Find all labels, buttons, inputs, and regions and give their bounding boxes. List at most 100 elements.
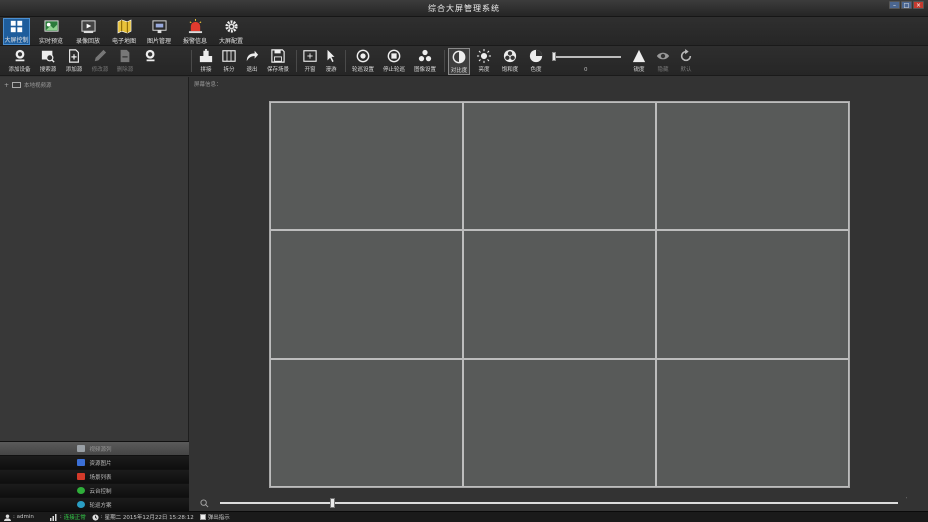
video-wall-grid <box>269 101 850 488</box>
accordion-label: 轮巡方案 <box>89 502 112 509</box>
image-settings-button[interactable]: 图像设置 <box>411 48 439 75</box>
add-source-button[interactable]: 添加源 <box>62 48 86 75</box>
image-settings-icon <box>418 49 432 62</box>
live-preview-icon <box>43 20 59 32</box>
tree-root-label: 本地视频源 <box>24 83 52 89</box>
toolbar-label: 拆分 <box>223 67 235 73</box>
screen-cell[interactable] <box>656 102 849 231</box>
split-button[interactable]: 拆分 <box>218 48 240 75</box>
edit-source-icon <box>94 49 107 62</box>
default-button[interactable]: 默认 <box>676 48 696 75</box>
sharpness-button[interactable]: 锐度 <box>629 48 649 75</box>
toolbar-label: 默认 <box>680 67 692 73</box>
delete-source-button[interactable]: 删除源 <box>113 48 137 75</box>
screen-cell[interactable] <box>270 358 463 487</box>
status-user: : admin <box>4 513 34 521</box>
screen-info-label: 屏幕信息： <box>194 82 222 88</box>
roam-button[interactable]: 漫游 <box>321 48 341 75</box>
accordion-label: 云台控制 <box>89 488 112 495</box>
hide-button[interactable]: 隐藏 <box>653 48 673 75</box>
window-title: 综合大屏管理系统 <box>428 4 500 13</box>
image-adjust-slider-track[interactable] <box>552 56 621 58</box>
user-icon <box>4 513 11 521</box>
nav-alarm[interactable]: 报警信息 <box>181 18 209 45</box>
nav-label: 电子地图 <box>111 38 136 45</box>
saturation-icon <box>503 49 517 63</box>
toolbar-divider <box>296 50 297 72</box>
screen-cell[interactable] <box>656 358 849 487</box>
status-popup[interactable]: 弹出指示 <box>199 513 230 521</box>
toolbar-label: 修改源 <box>91 67 109 73</box>
add-device-button[interactable]: 添加设备 <box>6 48 33 75</box>
status-connection: : 连接正常 <box>49 513 86 521</box>
minimize-button[interactable]: – <box>889 1 900 9</box>
accordion-label: 场景列表 <box>89 474 112 481</box>
nav-map[interactable]: 电子地图 <box>110 18 138 45</box>
toolbar-label: 对比度 <box>450 68 468 74</box>
screen-cell[interactable] <box>656 230 849 359</box>
screen-cell[interactable] <box>463 358 656 487</box>
gear-icon <box>224 20 238 33</box>
scene-icon <box>77 473 86 480</box>
nav-label: 大屏配置 <box>218 38 243 45</box>
edit-source-button[interactable]: 修改源 <box>88 48 112 75</box>
toolbar-label: 搜索源 <box>39 67 57 73</box>
accordion-video-source[interactable]: 视频源列 <box>0 441 189 455</box>
left-panel: + 本地视频源 视频源列 资源图片 场景列表 云台控制 轮巡方案 <box>0 77 189 511</box>
zoom-slider-track[interactable] <box>220 502 898 504</box>
contrast-button[interactable]: 对比度 <box>448 48 470 75</box>
exit-button[interactable]: 退出 <box>241 48 263 75</box>
toolbar-label: 拼接 <box>200 67 212 73</box>
hue-button[interactable]: 色度 <box>526 48 546 75</box>
cloud-icon <box>77 487 86 494</box>
zoom-slider-thumb[interactable] <box>330 498 335 508</box>
search-source-button[interactable]: 搜索源 <box>36 48 60 75</box>
delete-source-icon <box>120 49 130 63</box>
exit-arrow-icon <box>246 50 259 62</box>
main-nav: 大屏控制 实时预览 录像回放 电子地图 图片管理 报警信息 大屏配置 <box>0 17 928 46</box>
brightness-button[interactable]: 亮度 <box>474 48 494 75</box>
screen-cell[interactable] <box>270 230 463 359</box>
sub-toolbar: 添加设备 搜索源 添加源 修改源 删除源 拼接 拆分 退出 保存场景 开窗 漫游… <box>0 46 928 119</box>
toolbar-label: 删除源 <box>116 67 134 73</box>
nav-label: 录像回放 <box>75 38 100 45</box>
accordion-tour-plan[interactable]: 轮巡方案 <box>0 497 189 511</box>
nav-screen-config[interactable]: 大屏配置 <box>217 18 245 45</box>
toolbar-label: 锐度 <box>633 67 645 73</box>
window-controls: – □ × <box>889 1 924 9</box>
toolbar-label: 添加源 <box>65 67 83 73</box>
nav-image-manage[interactable]: 图片管理 <box>145 18 173 45</box>
stop-tour-button[interactable]: 停止轮巡 <box>380 48 408 75</box>
screen-cell[interactable] <box>463 102 656 231</box>
accordion-ptz-control[interactable]: 云台控制 <box>0 483 189 497</box>
tree-root-node[interactable]: + 本地视频源 <box>4 81 52 89</box>
zoom-search-icon <box>200 499 209 508</box>
screen-cell[interactable] <box>270 102 463 231</box>
accordion-label: 资源图片 <box>89 460 112 467</box>
toolbar-label: 添加设备 <box>8 67 31 73</box>
maximize-button[interactable]: □ <box>901 1 912 9</box>
title-bar: 综合大屏管理系统 – □ × <box>0 0 928 17</box>
panel-accordion: 视频源列 资源图片 场景列表 云台控制 轮巡方案 <box>0 441 189 511</box>
search-button[interactable] <box>141 48 161 75</box>
accordion-resource-images[interactable]: 资源图片 <box>0 455 189 469</box>
save-scene-button[interactable]: 保存场景 <box>264 48 292 75</box>
nav-live-preview[interactable]: 实时预览 <box>37 18 65 45</box>
accordion-scene-list[interactable]: 场景列表 <box>0 469 189 483</box>
splice-button[interactable]: 拼接 <box>195 48 217 75</box>
picture-icon <box>77 459 86 466</box>
expand-icon[interactable]: + <box>4 82 9 89</box>
nav-screen-control[interactable]: 大屏控制 <box>3 18 30 45</box>
open-window-button[interactable]: 开窗 <box>300 48 320 75</box>
close-button[interactable]: × <box>913 1 924 9</box>
popup-checkbox[interactable] <box>199 514 206 520</box>
tour-settings-button[interactable]: 轮巡设置 <box>349 48 377 75</box>
monitor-icon <box>12 81 22 88</box>
screen-cell[interactable] <box>463 230 656 359</box>
map-icon <box>117 19 131 34</box>
saturation-button[interactable]: 饱和度 <box>498 48 522 75</box>
nav-playback[interactable]: 录像回放 <box>74 18 102 45</box>
image-adjust-slider-thumb[interactable] <box>552 52 556 61</box>
search-source-icon <box>41 50 55 63</box>
toolbar-label: 停止轮巡 <box>382 67 405 73</box>
